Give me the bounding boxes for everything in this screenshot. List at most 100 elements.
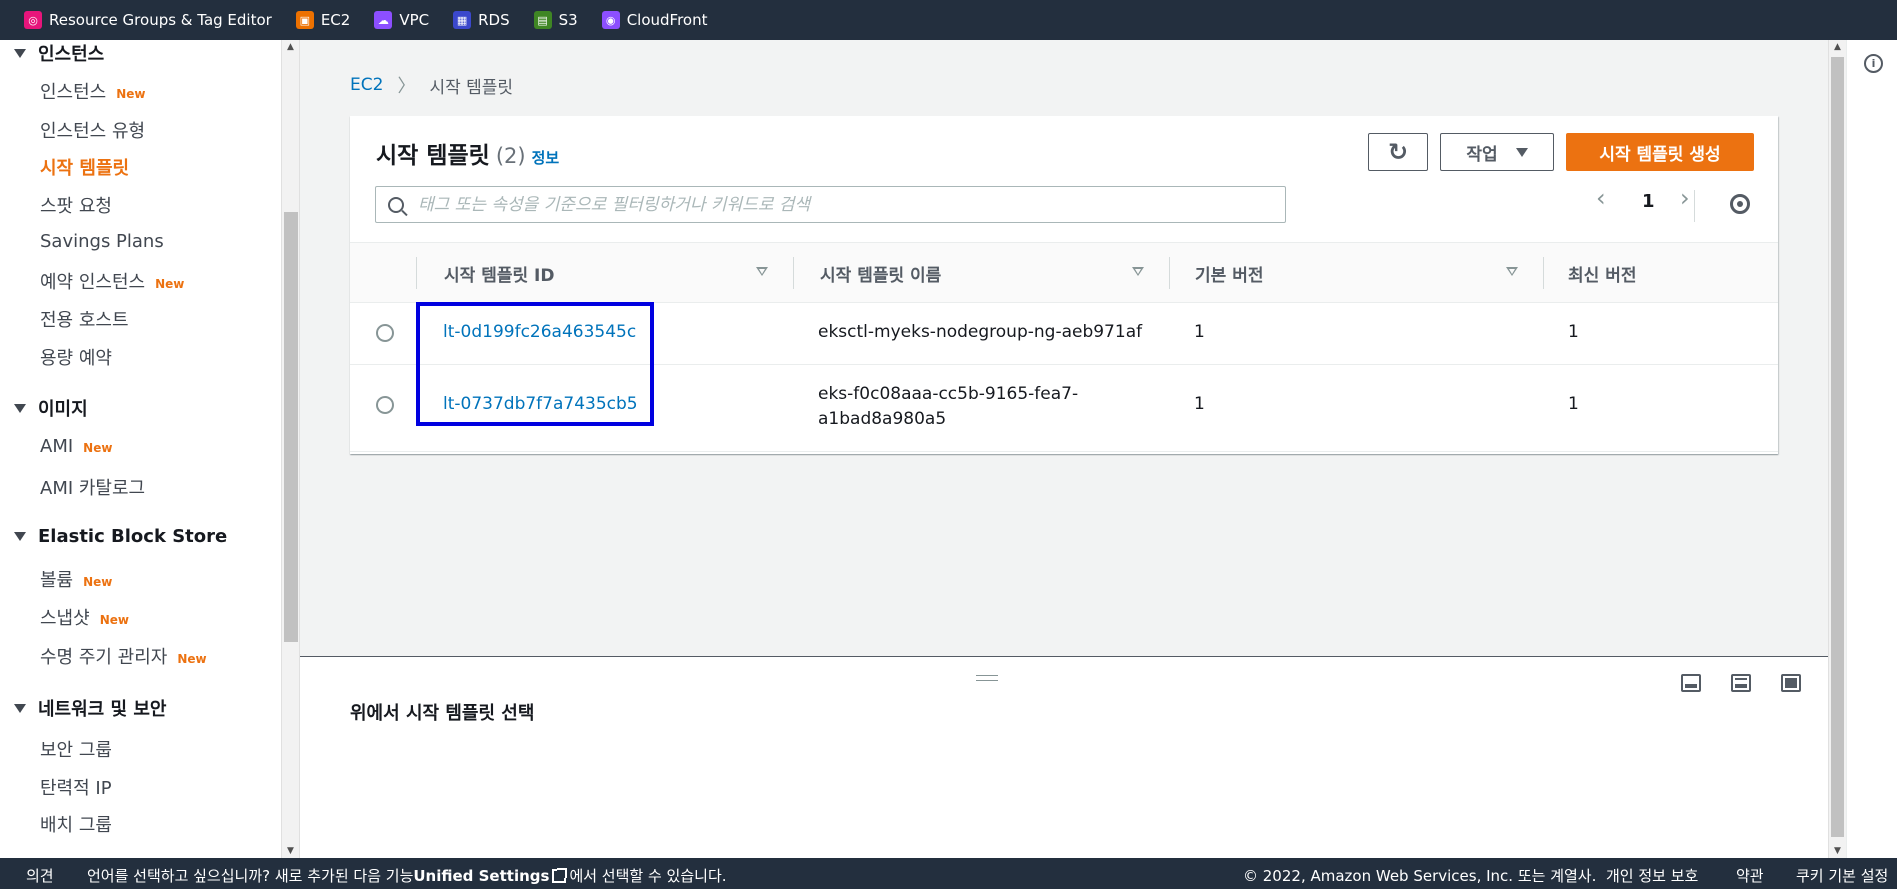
privacy-link[interactable]: 개인 정보 보호: [1606, 865, 1698, 886]
scroll-down-icon[interactable]: ▼: [1829, 846, 1846, 856]
panel-bottom-icon[interactable]: [1681, 674, 1701, 692]
panel-title: 시작 템플릿 (2) 정보: [376, 143, 560, 169]
sidebar-item-ami-catalog[interactable]: AMI 카탈로그: [40, 474, 145, 500]
table-row[interactable]: lt-0737db7f7a7435cb5 eks-f0c08aaa-cc5b-9…: [350, 365, 1778, 452]
caret-down-icon: [14, 403, 26, 413]
actions-dropdown[interactable]: 작업: [1440, 133, 1554, 171]
scroll-up-icon[interactable]: ▲: [282, 42, 299, 52]
page-number[interactable]: 1: [1642, 191, 1655, 212]
sidebar-item-elastic-ips[interactable]: 탄력적 IP: [40, 774, 112, 800]
sidebar-section-images[interactable]: 이미지: [14, 395, 88, 421]
table-row[interactable]: lt-0d199fc26a463545c eksctl-myeks-nodegr…: [350, 303, 1778, 365]
cookie-preferences-link[interactable]: 쿠키 기본 설정: [1796, 865, 1888, 886]
service-ec2[interactable]: ▣ EC2: [295, 11, 350, 29]
new-badge: New: [99, 613, 129, 627]
split-panel: 위에서 시작 템플릿 선택: [300, 656, 1828, 858]
sidebar-item-capacity-reservations[interactable]: 용량 예약: [40, 344, 112, 370]
sidebar-section-ebs[interactable]: Elastic Block Store: [14, 526, 227, 547]
new-badge: New: [116, 87, 146, 101]
sidebar-item-snapshots[interactable]: 스냅샷 New: [40, 604, 129, 630]
column-header-default-version[interactable]: 기본 버전: [1195, 243, 1263, 303]
search-input[interactable]: [418, 194, 1258, 215]
create-launch-template-button[interactable]: 시작 템플릿 생성: [1566, 133, 1754, 171]
refresh-button[interactable]: ↻: [1368, 133, 1428, 171]
sidebar-item-lifecycle-manager[interactable]: 수명 주기 관리자 New: [40, 643, 207, 669]
template-id-link[interactable]: lt-0737db7f7a7435cb5: [443, 394, 638, 414]
sidebar-item-instances[interactable]: 인스턴스 New: [40, 78, 146, 104]
info-icon[interactable]: i: [1864, 54, 1883, 73]
column-divider[interactable]: [1543, 257, 1544, 289]
terms-link[interactable]: 약관: [1736, 865, 1764, 886]
sidebar-item-dedicated-hosts[interactable]: 전용 호스트: [40, 306, 129, 332]
table-header: 시작 템플릿 ID 시작 템플릿 이름 기본 버전 최신 버전: [350, 242, 1778, 303]
column-divider[interactable]: [793, 257, 794, 289]
chevron-right-icon: 〉: [397, 76, 416, 97]
language-message: 언어를 선택하고 싶으십니까? 새로 추가된 다음 기능Unified Sett…: [87, 867, 727, 885]
rds-icon: ▦: [453, 11, 472, 29]
sidebar: 인스턴스 인스턴스 New 인스턴스 유형 시작 템플릿 스팟 요청 Savin…: [0, 40, 282, 858]
column-header-template-name[interactable]: 시작 템플릿 이름: [820, 243, 941, 303]
s3-icon: ▤: [533, 11, 552, 29]
sort-icon[interactable]: [1132, 267, 1144, 276]
service-resource-groups[interactable]: ◎ Resource Groups & Tag Editor: [24, 11, 272, 29]
sidebar-item-launch-templates[interactable]: 시작 템플릿: [40, 154, 129, 180]
scroll-down-icon[interactable]: ▼: [282, 846, 299, 856]
main-scroll-thumb[interactable]: [1831, 57, 1844, 837]
drag-handle-icon[interactable]: [976, 675, 998, 681]
refresh-icon: ↻: [1387, 138, 1409, 166]
gear-icon[interactable]: [1730, 194, 1750, 214]
sidebar-item-spot-requests[interactable]: 스팟 요청: [40, 192, 112, 218]
sidebar-section-network-security[interactable]: 네트워크 및 보안: [14, 695, 166, 721]
sidebar-scrollbar[interactable]: ▲ ▼: [281, 40, 300, 858]
info-link[interactable]: 정보: [532, 147, 560, 168]
launch-templates-panel: 시작 템플릿 (2) 정보 ↻ 작업 시작 템플릿 생성 ‹ 1 › 시작 템플…: [350, 116, 1778, 454]
caret-down-icon: [14, 703, 26, 713]
table-horizontal-scrollbar[interactable]: ◀ ▶: [350, 452, 1778, 454]
sidebar-item-placement-groups[interactable]: 배치 그룹: [40, 811, 112, 837]
new-badge: New: [83, 575, 113, 589]
new-badge: New: [155, 277, 185, 291]
feedback-link[interactable]: 의견: [26, 865, 54, 886]
copyright: © 2022, Amazon Web Services, Inc. 또는 계열사…: [1243, 867, 1597, 885]
main-scrollbar[interactable]: ▲ ▼: [1828, 40, 1846, 858]
sort-icon[interactable]: [756, 267, 768, 276]
row-select-radio[interactable]: [376, 324, 394, 342]
sidebar-scroll-thumb[interactable]: [284, 212, 298, 642]
template-id-link[interactable]: lt-0d199fc26a463545c: [443, 322, 636, 342]
sidebar-item-reserved-instances[interactable]: 예약 인스턴스 New: [40, 268, 184, 294]
column-divider[interactable]: [1169, 257, 1170, 289]
template-name-cell: eks-f0c08aaa-cc5b-9165-fea7- a1bad8a980a…: [818, 384, 1079, 429]
previous-page-icon[interactable]: ‹: [1596, 184, 1606, 212]
sidebar-item-volumes[interactable]: 볼륨 New: [40, 566, 112, 592]
breadcrumb-ec2-link[interactable]: EC2: [350, 75, 383, 95]
panel-full-icon[interactable]: [1781, 674, 1801, 692]
sort-icon[interactable]: [1506, 267, 1518, 276]
ec2-icon: ▣: [295, 11, 314, 29]
sidebar-item-instance-types[interactable]: 인스턴스 유형: [40, 117, 145, 143]
sidebar-item-savings-plans[interactable]: Savings Plans: [40, 231, 164, 252]
default-version-cell: 1: [1194, 322, 1205, 342]
new-badge: New: [177, 652, 207, 666]
service-vpc[interactable]: ☁ VPC: [374, 11, 429, 29]
unified-settings-link[interactable]: Unified Settings: [413, 867, 549, 885]
column-divider: [416, 257, 417, 289]
next-page-icon[interactable]: ›: [1680, 184, 1690, 212]
footer: 의견 언어를 선택하고 싶으십니까? 새로 추가된 다음 기능Unified S…: [0, 858, 1897, 889]
sidebar-item-security-groups[interactable]: 보안 그룹: [40, 736, 112, 762]
service-s3[interactable]: ▤ S3: [533, 11, 578, 29]
sidebar-item-ami[interactable]: AMI New: [40, 436, 112, 457]
service-rds[interactable]: ▦ RDS: [453, 11, 510, 29]
pager-divider: [1694, 190, 1695, 222]
service-cloudfront[interactable]: ◉ CloudFront: [601, 11, 707, 29]
breadcrumb: EC2 〉 시작 템플릿: [350, 72, 513, 98]
column-header-latest-version[interactable]: 최신 버전: [1568, 243, 1636, 303]
row-select-radio[interactable]: [376, 396, 394, 414]
template-name-cell: eksctl-myeks-nodegroup-ng-aeb971af: [818, 322, 1143, 342]
search-box[interactable]: [375, 186, 1286, 223]
column-header-template-id[interactable]: 시작 템플릿 ID: [444, 243, 554, 303]
breadcrumb-current: 시작 템플릿: [429, 77, 514, 98]
sidebar-section-instances[interactable]: 인스턴스: [14, 40, 104, 66]
scroll-up-icon[interactable]: ▲: [1829, 42, 1846, 52]
panel-side-icon[interactable]: [1731, 674, 1751, 692]
split-panel-message: 위에서 시작 템플릿 선택: [350, 703, 535, 724]
